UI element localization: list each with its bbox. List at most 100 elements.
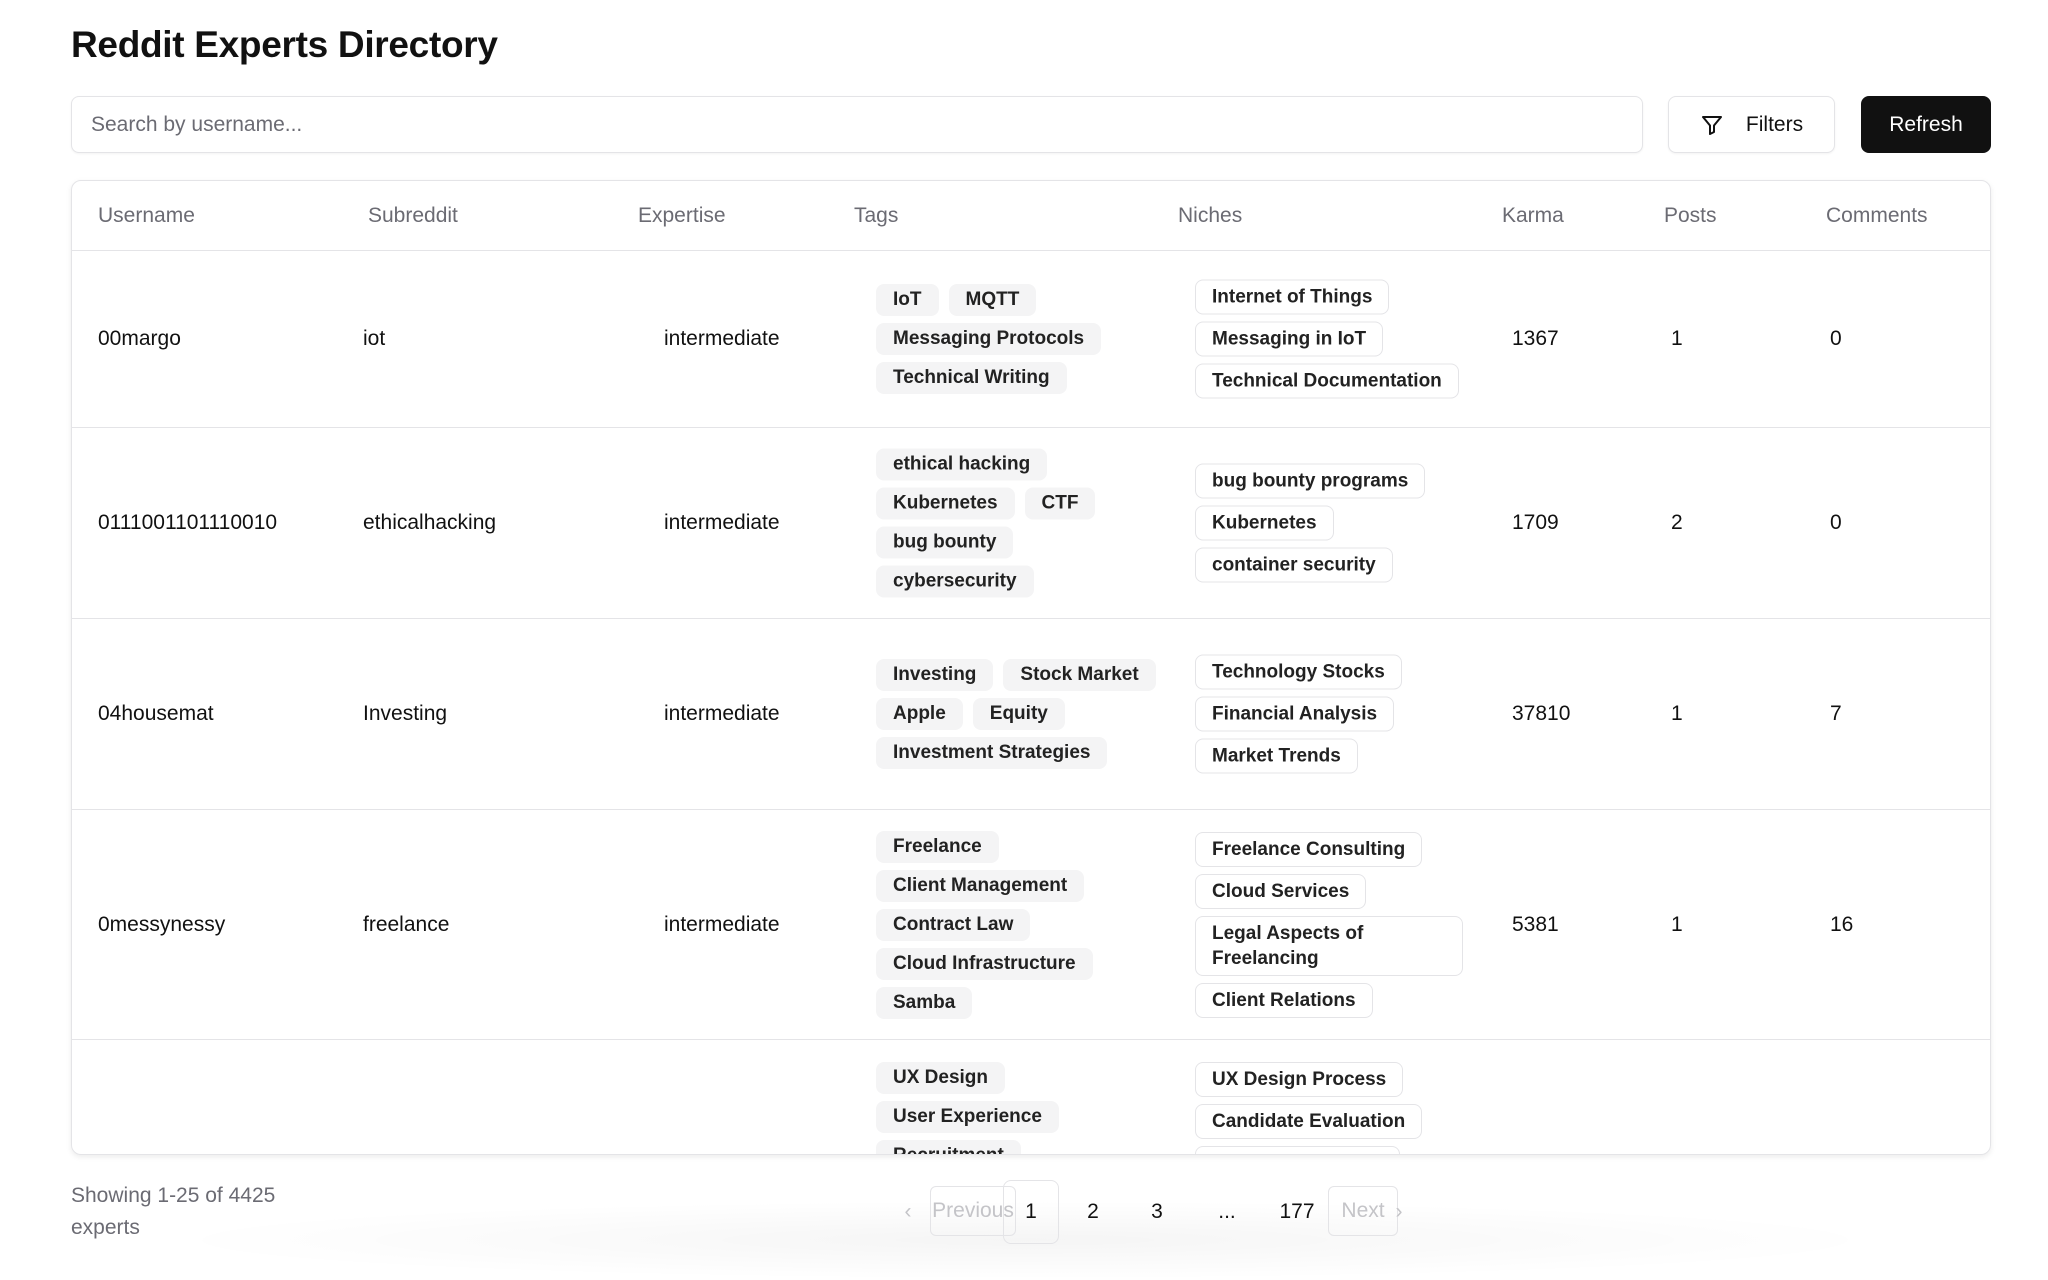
tags-list: Investing Stock Market Apple Equity Investme…	[876, 659, 1176, 769]
cell-subreddit: ethicalhacking	[363, 511, 497, 534]
column-niches[interactable]: Niches	[1178, 204, 1242, 228]
column-comments[interactable]: Comments	[1826, 204, 1928, 228]
cell-posts: 1	[1671, 327, 1683, 350]
cell-comments: 16	[1830, 912, 1854, 936]
tags-list: IoT MQTT Messaging Protocols Technical Writ…	[876, 284, 1176, 394]
chevron-left-icon[interactable]: ‹	[898, 1180, 918, 1244]
tag-chip: Investment Strategies	[876, 737, 1108, 769]
filters-button[interactable]: Filters	[1668, 96, 1835, 153]
cell-expertise: intermediate	[664, 327, 780, 350]
tag-chip: MQTT	[948, 284, 1037, 316]
tags-list: ethical hacking Kubernetes CTF bug bounty cy…	[876, 448, 1176, 598]
niche-chip: bug bounty programs	[1195, 463, 1426, 499]
niches-list: bug bounty programs Kubernetes container s…	[1195, 463, 1463, 583]
cell-expertise: intermediate	[664, 912, 780, 936]
tag-chip: Samba	[876, 986, 973, 1019]
tag-chip: cybersecurity	[876, 565, 1034, 598]
next-button[interactable]: Next	[1328, 1186, 1398, 1236]
table-row[interactable]: 0111001101110010 ethicalhacking intermedia…	[72, 428, 1990, 619]
table-row[interactable]: 0messynessy freelance intermediate 5381 1 16 F…	[72, 810, 1990, 1040]
niche-chip: Design Mentorship	[1195, 1146, 1401, 1154]
table-row[interactable]: 00margo iot intermediate 1367 1 0 IoT MQTT Messa…	[72, 251, 1990, 428]
pagination-ellipsis: ...	[1218, 1200, 1236, 1223]
niches-list: Internet of Things Messaging in IoT Techni…	[1195, 279, 1463, 399]
cell-subreddit: freelance	[363, 912, 450, 936]
tags-list: Freelance Client Management Contract Law Cl…	[876, 830, 1176, 1019]
niche-chip: Legal Aspects of Freelancing	[1195, 915, 1463, 976]
page-button-1[interactable]: 1	[1003, 1180, 1059, 1244]
cell-expertise: intermediate	[664, 511, 780, 534]
niche-chip: container security	[1195, 547, 1393, 583]
cell-karma: 1709	[1512, 511, 1559, 534]
tag-chip: IoT	[876, 284, 939, 316]
niche-chip: Market Trends	[1195, 738, 1358, 774]
niche-chip: Financial Analysis	[1195, 696, 1395, 732]
niche-chip: Messaging in IoT	[1195, 321, 1384, 357]
niche-chip: Internet of Things	[1195, 279, 1390, 315]
experts-table: Username Subreddit Expertise Tags Niches…	[71, 180, 1991, 1155]
search-input[interactable]	[71, 96, 1643, 153]
tag-chip: UX Design	[876, 1062, 1006, 1094]
niche-chip: Kubernetes	[1195, 505, 1334, 541]
table-row[interactable]: 0R_C0uxdesignexpert33016246UX DesignUser…	[72, 1040, 1990, 1154]
niche-chip: Technical Documentation	[1195, 363, 1459, 399]
niche-chip: Candidate Evaluation	[1195, 1104, 1423, 1139]
column-username[interactable]: Username	[98, 204, 195, 228]
cell-comments: 0	[1830, 511, 1842, 534]
tag-chip: Stock Market	[1003, 659, 1156, 691]
column-expertise[interactable]: Expertise	[638, 204, 726, 228]
niches-list: Technology Stocks Financial Analysis Marke…	[1195, 654, 1463, 774]
cell-posts: 1	[1671, 912, 1683, 936]
niches-list: UX Design Process Candidate Evaluation Des…	[1195, 1062, 1463, 1154]
cell-comments: 0	[1830, 327, 1842, 350]
column-karma[interactable]: Karma	[1502, 204, 1564, 228]
cell-karma: 1367	[1512, 327, 1559, 350]
cell-subreddit: Investing	[363, 702, 448, 725]
tag-chip: bug bounty	[876, 526, 1014, 559]
niche-chip: Freelance Consulting	[1195, 831, 1423, 867]
niche-chip: Cloud Services	[1195, 873, 1367, 909]
niche-chip: UX Design Process	[1195, 1062, 1404, 1097]
tags-list: UX Design User Experience Recruitment	[876, 1062, 1176, 1154]
tag-chip: ethical hacking	[876, 448, 1048, 481]
column-tags[interactable]: Tags	[854, 204, 898, 228]
cell-expertise: intermediate	[664, 702, 780, 725]
table-row[interactable]: 04housemat Investing intermediate 37810 1 7 In…	[72, 619, 1990, 810]
page-button-177[interactable]: 177	[1275, 1180, 1319, 1244]
niche-chip: Client Relations	[1195, 982, 1373, 1018]
tag-chip: User Experience	[876, 1101, 1059, 1133]
cell-karma: 5381	[1512, 912, 1559, 936]
page-title: Reddit Experts Directory	[71, 24, 498, 65]
page-button-2[interactable]: 2	[1075, 1180, 1111, 1244]
tag-chip: Kubernetes	[876, 487, 1015, 520]
filter-icon	[1701, 115, 1722, 135]
niches-list: Freelance Consulting Cloud Services Legal …	[1195, 831, 1463, 1018]
tag-chip: Messaging Protocols	[876, 323, 1102, 355]
cell-subreddit: iot	[363, 327, 386, 350]
cell-username: 0messynessy	[98, 912, 226, 936]
page-button-3[interactable]: 3	[1139, 1180, 1175, 1244]
tag-chip: Equity	[972, 698, 1065, 730]
tag-chip: Contract Law	[876, 908, 1031, 941]
tag-chip: Freelance	[876, 830, 999, 863]
column-posts[interactable]: Posts	[1664, 204, 1717, 228]
cell-username: 00margo	[98, 327, 181, 350]
chevron-right-icon[interactable]: ›	[1389, 1180, 1409, 1244]
refresh-button[interactable]: Refresh	[1861, 96, 1991, 153]
cell-comments: 7	[1830, 702, 1842, 725]
tag-chip: CTF	[1024, 487, 1096, 520]
tag-chip: Recruitment	[876, 1140, 1021, 1154]
cell-username: 04housemat	[98, 702, 214, 725]
tag-chip: Technical Writing	[876, 362, 1067, 394]
cell-posts: 2	[1671, 511, 1683, 534]
cell-username: 0111001101110010	[98, 511, 278, 534]
tag-chip: Cloud Infrastructure	[876, 947, 1093, 980]
tag-chip: Investing	[876, 659, 994, 691]
cell-karma: 37810	[1512, 702, 1571, 725]
niche-chip: Technology Stocks	[1195, 654, 1402, 690]
cell-posts: 1	[1671, 702, 1683, 725]
tag-chip: Apple	[876, 698, 963, 730]
tag-chip: Client Management	[876, 869, 1085, 902]
table-header: Username Subreddit Expertise Tags Niches…	[72, 181, 1990, 251]
column-subreddit[interactable]: Subreddit	[368, 204, 458, 228]
